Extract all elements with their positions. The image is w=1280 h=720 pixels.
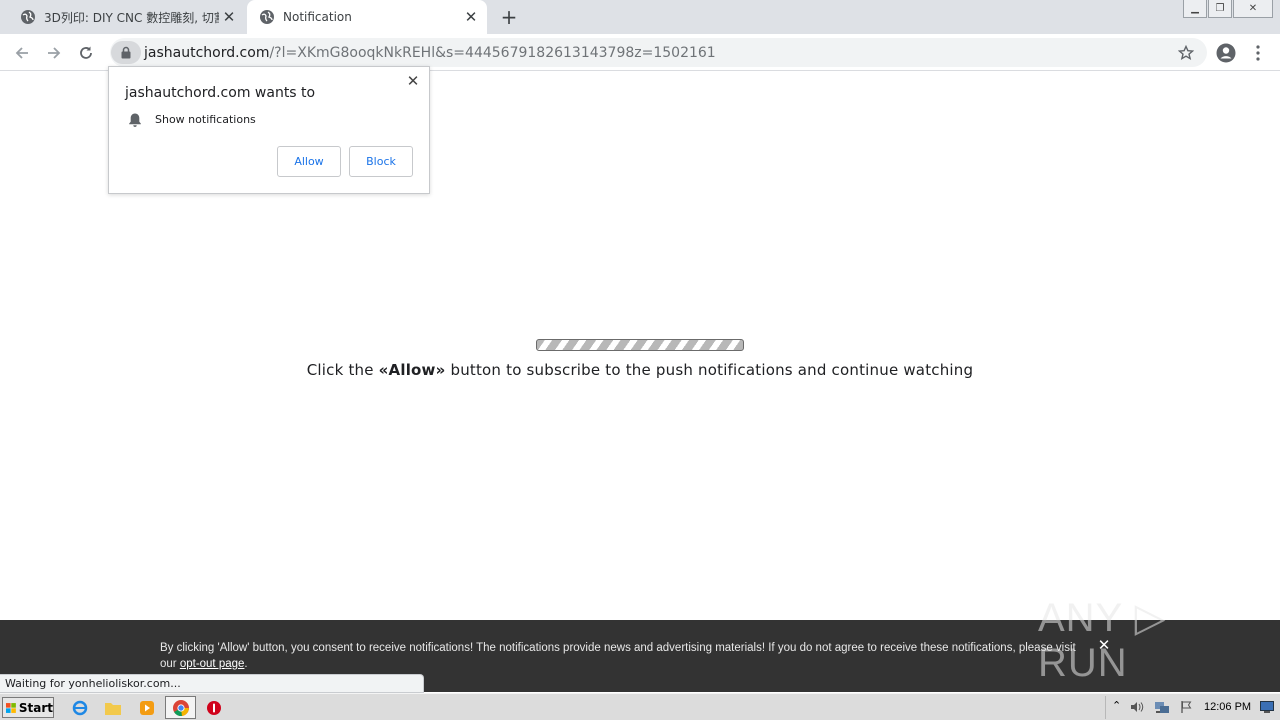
- opt-out-link[interactable]: opt-out page: [180, 658, 245, 670]
- more-vert-icon: [1256, 45, 1260, 61]
- show-hidden-icons-icon[interactable]: ⌃: [1112, 699, 1121, 712]
- url-text: jashautchord.com/?l=XKmG8ooqkNkREHl&s=44…: [144, 45, 716, 61]
- lock-icon: [121, 46, 131, 59]
- menu-button[interactable]: [1246, 41, 1270, 65]
- clock: 12:06 PM: [1204, 701, 1252, 713]
- forward-button[interactable]: [42, 41, 66, 65]
- reload-button[interactable]: [74, 41, 98, 65]
- new-tab-button[interactable]: +: [498, 5, 520, 29]
- opera-taskbar-button[interactable]: [204, 698, 224, 718]
- system-tray: ⌃: [1105, 696, 1280, 719]
- windows-logo-icon: [6, 702, 16, 713]
- loading-progress-bar: [536, 339, 744, 351]
- ie-taskbar-button[interactable]: [70, 698, 90, 718]
- block-button[interactable]: Block: [349, 146, 413, 177]
- status-bubble: Waiting for yonhelioliskor.com...: [0, 674, 424, 693]
- minimize-button[interactable]: ▁: [1183, 0, 1207, 18]
- close-icon[interactable]: ✕: [219, 7, 239, 27]
- start-label: Start: [18, 700, 53, 715]
- anyrun-watermark-logo: ANY ▷ RUN: [1038, 595, 1167, 685]
- address-bar[interactable]: jashautchord.com/?l=XKmG8ooqkNkREHl&s=44…: [110, 38, 1207, 67]
- bell-icon: [129, 113, 141, 127]
- site-info-button[interactable]: [111, 41, 141, 64]
- allow-button[interactable]: Allow: [277, 146, 341, 177]
- tab-3d-print[interactable]: 3D列印: DIY CNC 數控雕刻, 切割, 鑽 ✕: [8, 0, 245, 34]
- chrome-icon: [173, 700, 189, 717]
- reload-icon: [80, 46, 92, 59]
- consent-text: By clicking 'Allow' button, you consent …: [160, 642, 1076, 670]
- network-icon[interactable]: [1154, 700, 1170, 715]
- window-close-button[interactable]: ✕: [1233, 0, 1273, 18]
- media-player-taskbar-button[interactable]: [137, 698, 157, 718]
- explorer-taskbar-button[interactable]: [103, 698, 123, 718]
- cta-allow-bold: «Allow»: [378, 361, 446, 379]
- tab-title: Notification: [283, 10, 352, 24]
- account-icon: [1216, 43, 1236, 63]
- restore-button[interactable]: ❐: [1208, 0, 1232, 18]
- taskbar: Start ⌃ 12:06 PM: [0, 693, 1280, 720]
- star-icon: [1178, 45, 1194, 61]
- folder-icon: [105, 703, 121, 715]
- bookmark-button[interactable]: [1174, 41, 1198, 65]
- notification-permission-popup: jashautchord.com wants to ✕ Show notific…: [108, 66, 430, 194]
- stop-icon: [207, 701, 221, 715]
- chrome-taskbar-button[interactable]: [165, 696, 196, 719]
- tab-strip: 3D列印: DIY CNC 數控雕刻, 切割, 鑽 ✕ Notification…: [0, 0, 1280, 34]
- tab-notification[interactable]: Notification ✕: [247, 0, 487, 34]
- arrow-right-icon: [48, 47, 61, 59]
- back-button[interactable]: [10, 41, 34, 65]
- show-desktop-icon[interactable]: [1260, 701, 1274, 713]
- tab-title: 3D列印: DIY CNC 數控雕刻, 切割, 鑽: [44, 10, 219, 25]
- volume-icon[interactable]: [1130, 700, 1144, 714]
- permission-item: Show notifications: [155, 113, 256, 126]
- globe-icon: [21, 10, 35, 24]
- action-center-flag-icon[interactable]: [1180, 700, 1194, 714]
- call-to-action-text: Click the «Allow» button to subscribe to…: [306, 361, 974, 379]
- close-icon[interactable]: ✕: [405, 72, 421, 90]
- url-path: /?l=XKmG8ooqkNkREHl&s=444567918261314379…: [269, 44, 716, 61]
- permission-title: jashautchord.com wants to: [125, 85, 316, 101]
- arrow-left-icon: [15, 47, 28, 59]
- start-button[interactable]: Start: [2, 697, 54, 718]
- globe-icon: [260, 10, 274, 24]
- profile-button[interactable]: [1214, 41, 1238, 65]
- media-player-icon: [140, 701, 154, 715]
- internet-explorer-icon: [72, 700, 88, 716]
- close-icon[interactable]: ✕: [461, 7, 481, 27]
- url-host: jashautchord.com: [144, 44, 270, 61]
